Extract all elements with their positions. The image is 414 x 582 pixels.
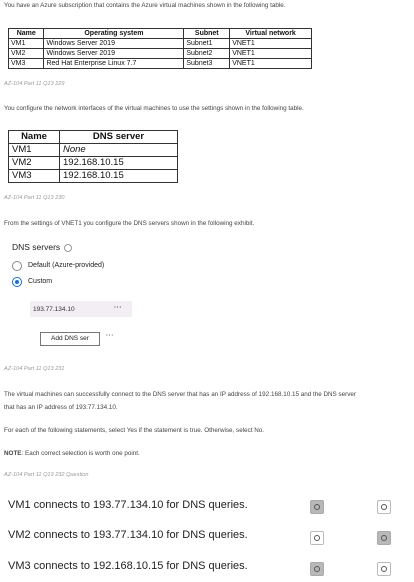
table-row: VM3 Red Hat Enterprise Linux 7.7 Subnet3… [7, 58, 312, 69]
config-text: You configure the network interfaces of … [4, 105, 304, 112]
column-header: Name [8, 130, 60, 144]
radio-default[interactable] [12, 261, 22, 271]
note-label: NOTE [4, 450, 22, 457]
column-header: Subnet [183, 28, 231, 39]
more-options-icon[interactable]: ··· [114, 304, 122, 311]
description-line-1: The virtual machines can successfully co… [4, 391, 356, 398]
vm-table: Name Operating system Subnet Virtual net… [7, 28, 312, 69]
statement-2-yes-option[interactable] [310, 531, 324, 545]
table-header-row: Name Operating system Subnet Virtual net… [7, 28, 312, 39]
intro-text: You have an Azure subscription that cont… [4, 2, 286, 9]
radio-default-label: Default (Azure-provided) [28, 262, 105, 269]
table-cell: 192.168.10.15 [59, 156, 178, 170]
dns-servers-panel: DNS servers Default (Azure-provided) Cus… [8, 238, 132, 358]
table-cell: VM2 [7, 48, 45, 59]
table-cell: Subnet3 [183, 58, 231, 69]
table-row: VM2 192.168.10.15 [8, 156, 178, 170]
radio-custom[interactable] [12, 277, 22, 287]
table-row: VM2 Windows Server 2019 Subnet2 VNET1 [7, 48, 312, 59]
column-header: Virtual network [229, 28, 312, 39]
statement-1-no-option[interactable] [377, 500, 391, 514]
add-dns-server-input[interactable]: Add DNS ser [40, 332, 100, 346]
more-options-icon[interactable]: ··· [106, 332, 114, 339]
statement-3-yes-option[interactable] [310, 562, 324, 576]
table-cell: VM3 [8, 169, 60, 183]
table-cell: Windows Server 2019 [43, 48, 185, 59]
statement-3-no-option[interactable] [377, 562, 391, 576]
statement-3: VM3 connects to 192.168.10.15 for DNS qu… [8, 560, 248, 572]
dns-servers-title: DNS servers [12, 242, 61, 252]
column-header: Name [7, 28, 45, 39]
column-header: DNS server [59, 130, 178, 144]
note-body: : Each correct selection is worth one po… [21, 450, 140, 457]
info-icon[interactable] [64, 243, 73, 252]
table-cell: VNET1 [229, 58, 312, 69]
part-label: AZ-104 Part 11 Q13 229 [4, 81, 65, 87]
dns-server-entry[interactable]: 193.77.134.10 ··· [30, 301, 132, 317]
statement-1-yes-option[interactable] [310, 500, 324, 514]
dns-title-wrap: DNS servers [12, 242, 73, 252]
table-cell: Windows Server 2019 [43, 38, 185, 49]
table-cell: Red Hat Enterprise Linux 7.7 [43, 58, 185, 69]
table-cell: VM2 [8, 156, 60, 170]
part-label: AZ-104 Part 11 Q13 231 [4, 366, 65, 372]
note-text: NOTE: Each correct selection is worth on… [4, 449, 140, 458]
table-row: VM1 Windows Server 2019 Subnet1 VNET1 [7, 38, 312, 49]
radio-custom-label: Custom [28, 278, 53, 285]
dns-server-ip: 193.77.134.10 [33, 306, 75, 313]
vnet-text: From the settings of VNET1 you configure… [4, 220, 255, 227]
nic-table: Name DNS server VM1 None VM2 192.168.10.… [8, 130, 178, 183]
table-cell: None [59, 143, 178, 157]
table-header-row: Name DNS server [8, 130, 178, 144]
table-cell: VM1 [7, 38, 45, 49]
statement-2-no-option[interactable] [377, 531, 391, 545]
column-header: Operating system [43, 28, 185, 39]
part-label: AZ-104 Part 11 Q13 230 [4, 195, 65, 201]
part-label: AZ-104 Part 11 Q13 232 Question [4, 472, 89, 478]
table-cell: VNET1 [229, 38, 312, 49]
instruction-text: For each of the following statements, se… [4, 427, 265, 434]
table-row: VM1 None [8, 143, 178, 157]
table-cell: Subnet2 [183, 48, 231, 59]
statement-2: VM2 connects to 193.77.134.10 for DNS qu… [8, 529, 248, 541]
table-cell: VNET1 [229, 48, 312, 59]
table-cell: VM3 [7, 58, 45, 69]
description-line-2: that has an IP address of 193.77.134.10. [4, 404, 118, 411]
table-cell: Subnet1 [183, 38, 231, 49]
statement-1: VM1 connects to 193.77.134.10 for DNS qu… [8, 499, 248, 511]
table-row: VM3 192.168.10.15 [8, 169, 178, 183]
table-cell: 192.168.10.15 [59, 169, 178, 183]
table-cell: VM1 [8, 143, 60, 157]
